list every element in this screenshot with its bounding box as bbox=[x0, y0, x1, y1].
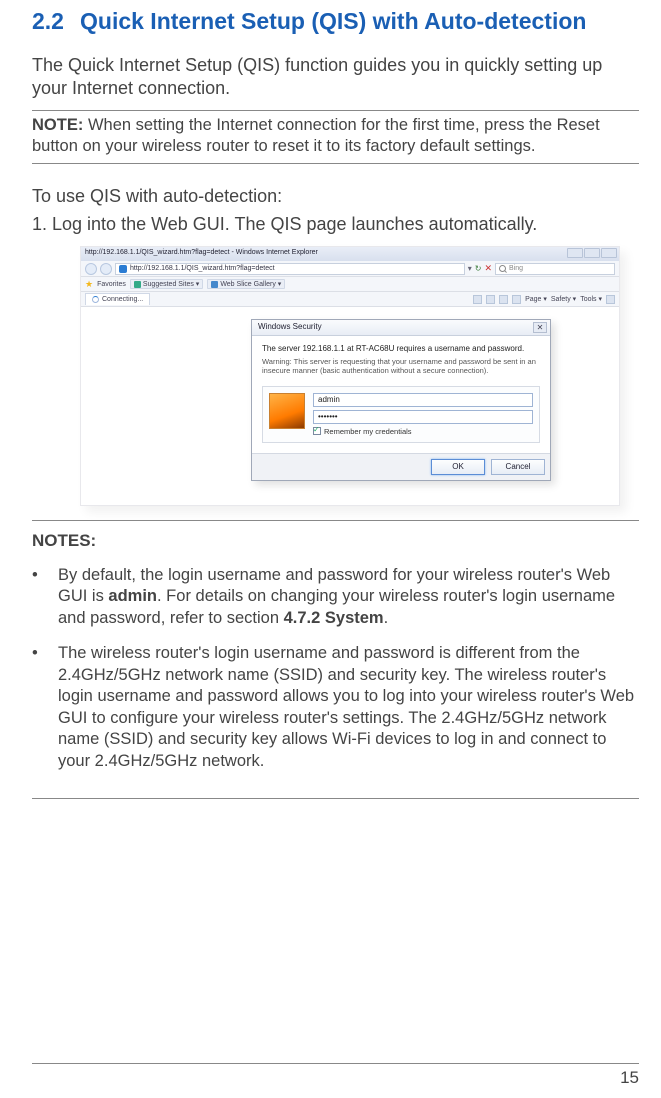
dialog-titlebar: Windows Security ✕ bbox=[252, 320, 550, 336]
favorites-label: Favorites bbox=[97, 281, 126, 288]
browser-screenshot: http://192.168.1.1/QIS_wizard.htm?flag=d… bbox=[80, 246, 620, 506]
credential-icon bbox=[269, 393, 305, 429]
search-placeholder: Bing bbox=[509, 265, 523, 272]
ie-icon bbox=[119, 265, 127, 273]
feeds-icon[interactable] bbox=[486, 295, 495, 304]
note-bullet-1: • By default, the login username and pas… bbox=[32, 565, 639, 629]
auth-dialog: Windows Security ✕ The server 192.168.1.… bbox=[251, 319, 551, 481]
note-label: NOTE: bbox=[32, 116, 83, 134]
notes-title: NOTES: bbox=[32, 531, 639, 551]
address-bar: http://192.168.1.1/QIS_wizard.htm?flag=d… bbox=[81, 261, 619, 277]
search-icon bbox=[499, 265, 506, 272]
intro-paragraph: The Quick Internet Setup (QIS) function … bbox=[32, 54, 639, 101]
username-input[interactable]: admin bbox=[313, 393, 533, 407]
print-icon[interactable] bbox=[512, 295, 521, 304]
step-1: 1. Log into the Web GUI. The QIS page la… bbox=[32, 213, 639, 236]
forward-button[interactable] bbox=[100, 263, 112, 275]
cancel-button[interactable]: Cancel bbox=[491, 459, 545, 475]
note-block: NOTE: When setting the Internet connecti… bbox=[32, 110, 639, 163]
credentials-box: admin ••••••• Remember my credentials bbox=[262, 386, 540, 443]
ok-button[interactable]: OK bbox=[431, 459, 485, 475]
dialog-message: The server 192.168.1.1 at RT-AC68U requi… bbox=[262, 344, 540, 353]
checkbox-icon bbox=[313, 427, 321, 435]
dialog-warning: Warning: This server is requesting that … bbox=[262, 357, 540, 376]
loading-icon bbox=[92, 296, 99, 303]
footer-rule bbox=[32, 1063, 639, 1064]
command-bar: Connecting... Page ▾ Safety ▾ Tools ▾ bbox=[81, 292, 619, 307]
help-icon[interactable] bbox=[606, 295, 615, 304]
suggested-sites[interactable]: Suggested Sites ▾ bbox=[130, 279, 203, 289]
web-slice-gallery[interactable]: Web Slice Gallery ▾ bbox=[207, 279, 285, 289]
note-bullet-2: • The wireless router's login username a… bbox=[32, 643, 639, 772]
window-titlebar: http://192.168.1.1/QIS_wizard.htm?flag=d… bbox=[81, 247, 619, 261]
favorites-bar: ★ Favorites Suggested Sites ▾ Web Slice … bbox=[81, 277, 619, 292]
browser-tab[interactable]: Connecting... bbox=[85, 293, 150, 305]
safety-menu[interactable]: Safety ▾ bbox=[551, 295, 576, 303]
back-button[interactable] bbox=[85, 263, 97, 275]
notes-block: NOTES: • By default, the login username … bbox=[32, 520, 639, 799]
password-input[interactable]: ••••••• bbox=[313, 410, 533, 424]
section-heading: 2.2Quick Internet Setup (QIS) with Auto-… bbox=[32, 8, 639, 36]
remember-checkbox[interactable]: Remember my credentials bbox=[313, 427, 533, 436]
dialog-close-button[interactable]: ✕ bbox=[533, 322, 547, 333]
tools-menu[interactable]: Tools ▾ bbox=[580, 295, 602, 303]
dialog-title: Windows Security bbox=[258, 322, 322, 331]
url-text: http://192.168.1.1/QIS_wizard.htm?flag=d… bbox=[130, 265, 275, 272]
maximize-button[interactable] bbox=[584, 248, 600, 258]
tab-label: Connecting... bbox=[102, 296, 143, 303]
browser-content: Windows Security ✕ The server 192.168.1.… bbox=[81, 307, 619, 505]
page-number: 15 bbox=[620, 1068, 639, 1088]
section-title: Quick Internet Setup (QIS) with Auto-det… bbox=[80, 8, 620, 36]
page-menu[interactable]: Page ▾ bbox=[525, 295, 547, 303]
remember-label: Remember my credentials bbox=[324, 427, 412, 436]
star-icon[interactable]: ★ bbox=[85, 279, 93, 290]
procedure-heading: To use QIS with auto-detection: bbox=[32, 186, 639, 207]
url-input[interactable]: http://192.168.1.1/QIS_wizard.htm?flag=d… bbox=[115, 263, 465, 275]
window-title: http://192.168.1.1/QIS_wizard.htm?flag=d… bbox=[85, 249, 318, 256]
home-icon[interactable] bbox=[473, 295, 482, 304]
minimize-button[interactable] bbox=[567, 248, 583, 258]
note-text: When setting the Internet connection for… bbox=[32, 116, 600, 155]
mail-icon[interactable] bbox=[499, 295, 508, 304]
section-number: 2.2 bbox=[32, 8, 80, 36]
search-input[interactable]: Bing bbox=[495, 263, 615, 275]
close-button[interactable] bbox=[601, 248, 617, 258]
